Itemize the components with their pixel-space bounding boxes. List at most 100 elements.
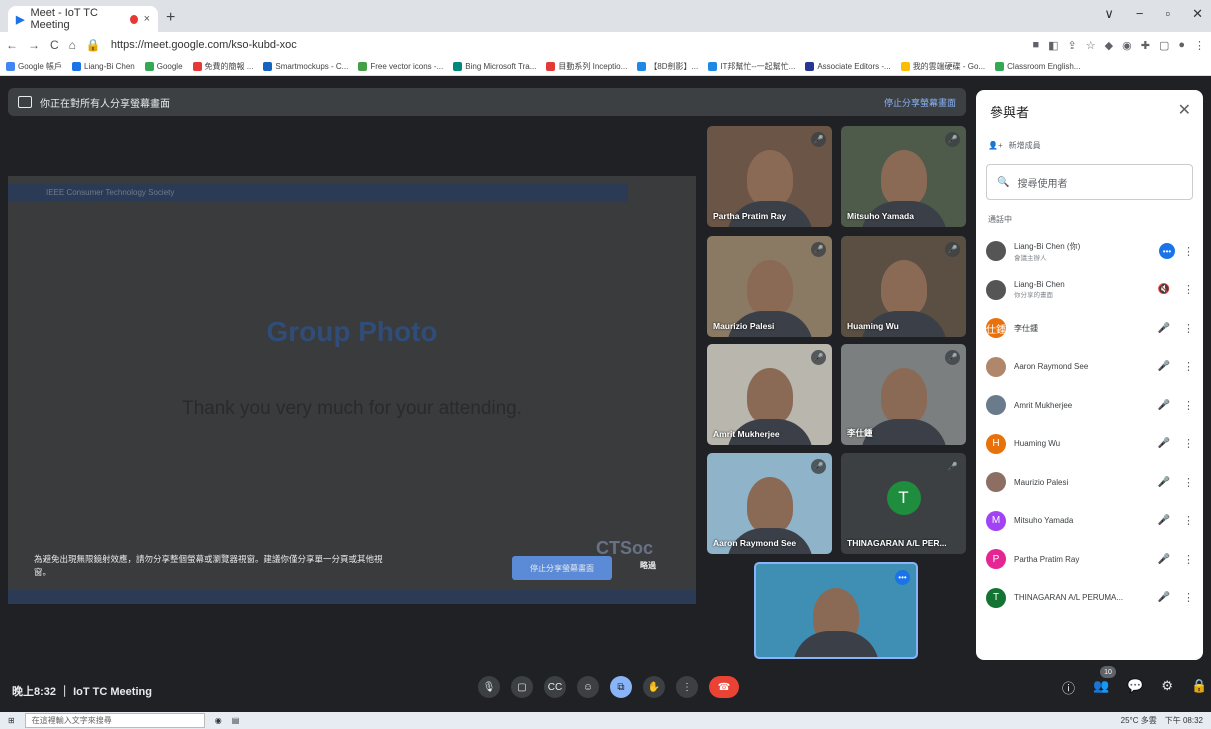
sidebar-icon[interactable]: ▢ [1159,39,1169,52]
bookmark-item[interactable]: Smartmockups - C... [263,62,348,71]
participant-info: Liang-Bi Chen (你) 會議主辦人 [1014,241,1151,262]
menu-icon[interactable]: ⋮ [1194,39,1205,52]
self-view-tile[interactable]: ••• [754,562,918,659]
participant-row[interactable]: T THINAGARAN A/L PERUMA... 🎤 ⋮ [976,579,1203,618]
star-icon[interactable]: ☆ [1086,39,1096,52]
participant-row[interactable]: Maurizio Palesi 🎤 ⋮ [976,463,1203,502]
add-people-label: 新增成員 [1008,141,1041,150]
close-panel-icon[interactable]: ✕ [1178,100,1191,120]
add-people-button[interactable]: 👤+ 新增成員 [988,140,1041,151]
bookmark-item[interactable]: 【8D劍影】... [637,61,698,72]
microphone-button[interactable]: 🎙 [478,676,500,698]
present-button[interactable]: ⧉ [610,676,632,698]
search-participants-input[interactable]: 🔍 搜尋使用者 [986,164,1193,200]
more-options-icon[interactable]: ••• [895,570,910,585]
participant-tile[interactable]: 🎤 Aaron Raymond See [707,453,832,554]
stop-sharing-button[interactable]: 停止分享螢幕畫面 [512,556,612,580]
participant-name: Liang-Bi Chen (你) [1014,241,1081,251]
participant-row[interactable]: Liang-Bi Chen (你) 會議主辦人 ••• ⋮ [976,232,1203,271]
participant-row[interactable]: M Mitsuho Yamada 🎤 ⋮ [976,502,1203,541]
captions-button[interactable]: CC [544,676,566,698]
bookmark-item[interactable]: Google [144,62,183,71]
bookmark-item[interactable]: Classroom English... [995,62,1081,71]
participant-list: Liang-Bi Chen (你) 會議主辦人 ••• ⋮ Liang-Bi Chen 你… [976,232,1203,617]
bookmark-item[interactable]: 我的雲端硬碟 - Go... [900,61,986,72]
new-tab-button[interactable]: + [166,9,175,27]
close-window-button[interactable]: ✕ [1192,6,1203,22]
participant-tile[interactable]: 🎤 Mitsuho Yamada [841,126,966,227]
browser-tab[interactable]: ▶ Meet - IoT TC Meeting × [8,6,158,32]
participant-row[interactable]: Liang-Bi Chen 你分享的畫面 🔇 ⋮ [976,271,1203,310]
more-options-icon[interactable]: ⋮ [1183,476,1194,489]
extension-icon[interactable]: ◧ [1048,39,1058,52]
more-options-icon[interactable]: ⋮ [1183,514,1194,527]
bookmark-favicon-icon [263,62,273,71]
tab-close-icon[interactable]: × [144,13,150,25]
dismiss-button[interactable]: 略過 [640,560,656,571]
start-icon[interactable]: ⊞ [8,716,15,725]
chrome-icon[interactable]: ◉ [215,716,222,725]
avatar: H [986,433,1006,454]
extension-icon[interactable]: ◆ [1105,39,1113,52]
more-options-icon[interactable]: ⋮ [1183,283,1194,296]
more-options-icon[interactable]: ⋮ [1183,437,1194,450]
raise-hand-button[interactable]: ✋ [643,676,665,698]
participant-row[interactable]: H Huaming Wu 🎤 ⋮ [976,425,1203,464]
restore-button[interactable]: ▫ [1165,6,1170,22]
bookmark-item[interactable]: 目動系列 Inceptio... [546,61,627,72]
participant-name: Maurizio Palesi [1014,477,1069,487]
explorer-icon[interactable]: ▤ [232,716,240,725]
reload-button[interactable]: C [50,38,59,52]
chat-icon[interactable]: 💬 [1127,678,1143,697]
bookmark-label: 我的雲端硬碟 - Go... [912,62,986,71]
shared-screen: IEEE Consumer Technology Society Group P… [8,176,696,604]
bookmark-item[interactable]: Bing Microsoft Tra... [453,62,536,71]
bookmark-item[interactable]: Liang-Bi Chen [72,62,135,71]
more-options-button[interactable]: ⋮ [676,676,698,698]
extension-icon[interactable]: ◉ [1122,39,1132,52]
url-field[interactable]: https://meet.google.com/kso-kubd-xoc [111,39,297,51]
camera-icon[interactable]: ■ [1032,39,1039,52]
camera-button[interactable]: ▢ [511,676,533,698]
more-options-icon[interactable]: ⋮ [1183,591,1194,604]
bookmark-item[interactable]: Associate Editors -... [805,62,891,71]
participant-name: Huaming Wu [1014,439,1061,449]
participant-row[interactable]: Aaron Raymond See 🎤 ⋮ [976,348,1203,387]
more-options-icon[interactable]: ⋮ [1183,399,1194,412]
participant-row[interactable]: Amrit Mukherjee 🎤 ⋮ [976,386,1203,425]
stop-presenting-link[interactable]: 停止分享螢幕畫面 [884,96,956,109]
more-options-icon[interactable]: ⋮ [1183,322,1194,335]
bookmark-item[interactable]: IT邦幫忙--一起幫忙... [708,61,795,72]
puzzle-icon[interactable]: ✚ [1141,39,1150,52]
leave-call-button[interactable]: ☎ [709,676,739,698]
info-icon[interactable]: ⓘ [1062,678,1075,697]
bookmark-item[interactable]: 免費的簡報 ... [192,61,253,72]
participant-tile[interactable]: 🎤 Partha Pratim Ray [707,126,832,227]
mic-muted-icon: 🎤 [945,132,960,147]
tab-search-icon[interactable]: ∨ [1104,6,1114,22]
participant-tile[interactable]: 🎤 Huaming Wu [841,236,966,337]
avatar: P [986,549,1006,570]
back-button[interactable]: ← [6,38,18,52]
participant-row[interactable]: P Partha Pratim Ray 🎤 ⋮ [976,540,1203,579]
minimize-button[interactable]: − [1136,6,1144,22]
participant-tile[interactable]: T 🎤 THINAGARAN A/L PER... [841,453,966,554]
participant-tile[interactable]: 🎤 Maurizio Palesi [707,236,832,337]
home-button[interactable]: ⌂ [69,38,76,52]
profile-avatar[interactable]: ● [1178,39,1185,52]
more-options-icon[interactable]: ⋮ [1183,245,1194,258]
participant-tile[interactable]: 🎤 Amrit Mukherjee [707,344,832,445]
reactions-button[interactable]: ☺ [577,676,599,698]
participant-tile[interactable]: 🎤 李仕鍾 [841,344,966,445]
bookmark-item[interactable]: Free vector icons -... [358,62,443,71]
participant-row[interactable]: 仕鍾 李仕鍾 🎤 ⋮ [976,309,1203,348]
more-options-icon[interactable]: ⋮ [1183,553,1194,566]
forward-button[interactable]: → [28,38,40,52]
share-icon[interactable]: ⇪ [1068,39,1077,52]
bookmark-item[interactable]: Google 帳戶 [6,61,62,72]
people-icon[interactable]: 👥 [1093,678,1109,697]
more-options-icon[interactable]: ⋮ [1183,360,1194,373]
host-controls-icon[interactable]: 🔒 [1191,678,1207,697]
activities-icon[interactable]: ⚙ [1161,678,1173,697]
taskbar-search-input[interactable]: 在這裡輸入文字來搜尋 [24,713,205,728]
